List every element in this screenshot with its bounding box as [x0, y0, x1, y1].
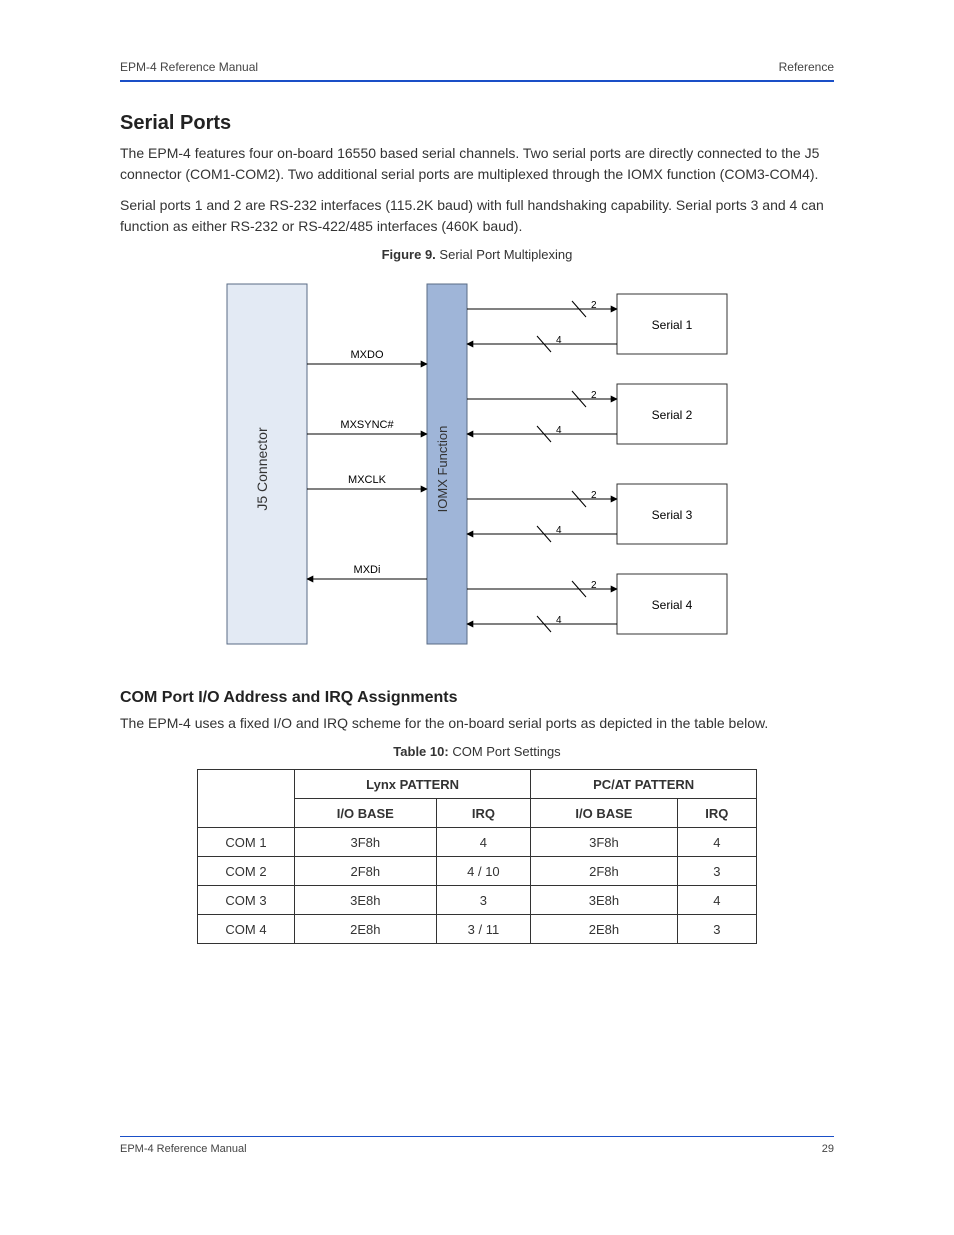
table-caption-label: Table 10: — [393, 744, 448, 759]
svg-text:2: 2 — [591, 390, 597, 401]
col-header: IRQ — [677, 799, 756, 828]
col-header: I/O BASE — [531, 799, 677, 828]
svg-text:MXSYNC#: MXSYNC# — [340, 419, 394, 431]
cell: 3F8h — [295, 828, 437, 857]
serial-1-label: Serial 1 — [652, 318, 693, 332]
row-label: COM 4 — [198, 915, 295, 944]
footer-right: 29 — [822, 1143, 834, 1155]
table-row: COM 2 2F8h 4 / 10 2F8h 3 — [198, 857, 757, 886]
table-row: COM 1 3F8h 4 3F8h 4 — [198, 828, 757, 857]
cell: 3E8h — [531, 886, 677, 915]
signal-mxdi: MXDi — [307, 564, 427, 579]
group-header-pcat: PC/AT PATTERN — [531, 770, 757, 799]
footer-rule — [120, 1136, 834, 1137]
header-left: EPM-4 Reference Manual — [120, 60, 258, 74]
row-label: COM 1 — [198, 828, 295, 857]
cell: 3 / 11 — [436, 915, 531, 944]
table-corner — [198, 770, 295, 828]
cell: 2E8h — [295, 915, 437, 944]
svg-text:4: 4 — [556, 615, 562, 626]
row-label: COM 2 — [198, 857, 295, 886]
diagram: J5 Connector IOMX Function MXDO MXSYNC# … — [217, 274, 737, 659]
svg-text:4: 4 — [556, 335, 562, 346]
subsection-paragraph: The EPM-4 uses a fixed I/O and IRQ schem… — [120, 713, 834, 734]
footer-left: EPM-4 Reference Manual — [120, 1143, 247, 1155]
figure-caption-text: Serial Port Multiplexing — [439, 247, 572, 262]
col-header: I/O BASE — [295, 799, 437, 828]
figure-caption: Figure 9. Serial Port Multiplexing — [120, 247, 834, 262]
header-right: Reference — [779, 60, 834, 74]
svg-text:MXDi: MXDi — [354, 564, 381, 576]
row-label: COM 3 — [198, 886, 295, 915]
col-header: IRQ — [436, 799, 531, 828]
svg-text:MXCLK: MXCLK — [348, 474, 387, 486]
table-row: COM 3 3E8h 3 3E8h 4 — [198, 886, 757, 915]
com-port-table: Lynx PATTERN PC/AT PATTERN I/O BASE IRQ … — [197, 769, 757, 944]
serial-3-label: Serial 3 — [652, 508, 693, 522]
figure-caption-label: Figure 9. — [382, 247, 436, 262]
subsection-title: COM Port I/O Address and IRQ Assignments — [120, 689, 834, 707]
header-rule — [120, 80, 834, 82]
signal-mxsync: MXSYNC# — [307, 419, 427, 434]
svg-text:2: 2 — [591, 490, 597, 501]
signal-mxdo: MXDO — [307, 349, 427, 364]
svg-text:4: 4 — [556, 425, 562, 436]
svg-text:2: 2 — [591, 580, 597, 591]
page: EPM-4 Reference Manual Reference Serial … — [0, 0, 954, 1235]
group-header-lynx: Lynx PATTERN — [295, 770, 531, 799]
serial-4-label: Serial 4 — [652, 598, 693, 612]
cell: 3F8h — [531, 828, 677, 857]
cell: 3 — [677, 915, 756, 944]
cell: 3 — [436, 886, 531, 915]
j5-connector-label: J5 Connector — [254, 427, 270, 511]
cell: 3E8h — [295, 886, 437, 915]
cell: 2F8h — [295, 857, 437, 886]
page-header: EPM-4 Reference Manual Reference — [120, 60, 834, 80]
cell: 4 — [436, 828, 531, 857]
cell: 4 — [677, 828, 756, 857]
page-footer: EPM-4 Reference Manual 29 — [120, 1136, 834, 1155]
cell: 3 — [677, 857, 756, 886]
cell: 4 — [677, 886, 756, 915]
section-paragraph-1: The EPM-4 features four on-board 16550 b… — [120, 143, 834, 185]
table-row: COM 4 2E8h 3 / 11 2E8h 3 — [198, 915, 757, 944]
table-caption: Table 10: COM Port Settings — [120, 744, 834, 759]
svg-text:MXDO: MXDO — [351, 349, 384, 361]
signal-mxclk: MXCLK — [307, 474, 427, 489]
section-title: Serial Ports — [120, 112, 834, 135]
cell: 2E8h — [531, 915, 677, 944]
cell: 2F8h — [531, 857, 677, 886]
table-group-header-row: Lynx PATTERN PC/AT PATTERN — [198, 770, 757, 799]
svg-text:2: 2 — [591, 300, 597, 311]
svg-text:4: 4 — [556, 525, 562, 536]
iomx-label: IOMX Function — [435, 426, 450, 513]
cell: 4 / 10 — [436, 857, 531, 886]
section-paragraph-2: Serial ports 1 and 2 are RS-232 interfac… — [120, 195, 834, 237]
table-caption-text: COM Port Settings — [452, 744, 560, 759]
serial-2-label: Serial 2 — [652, 408, 693, 422]
